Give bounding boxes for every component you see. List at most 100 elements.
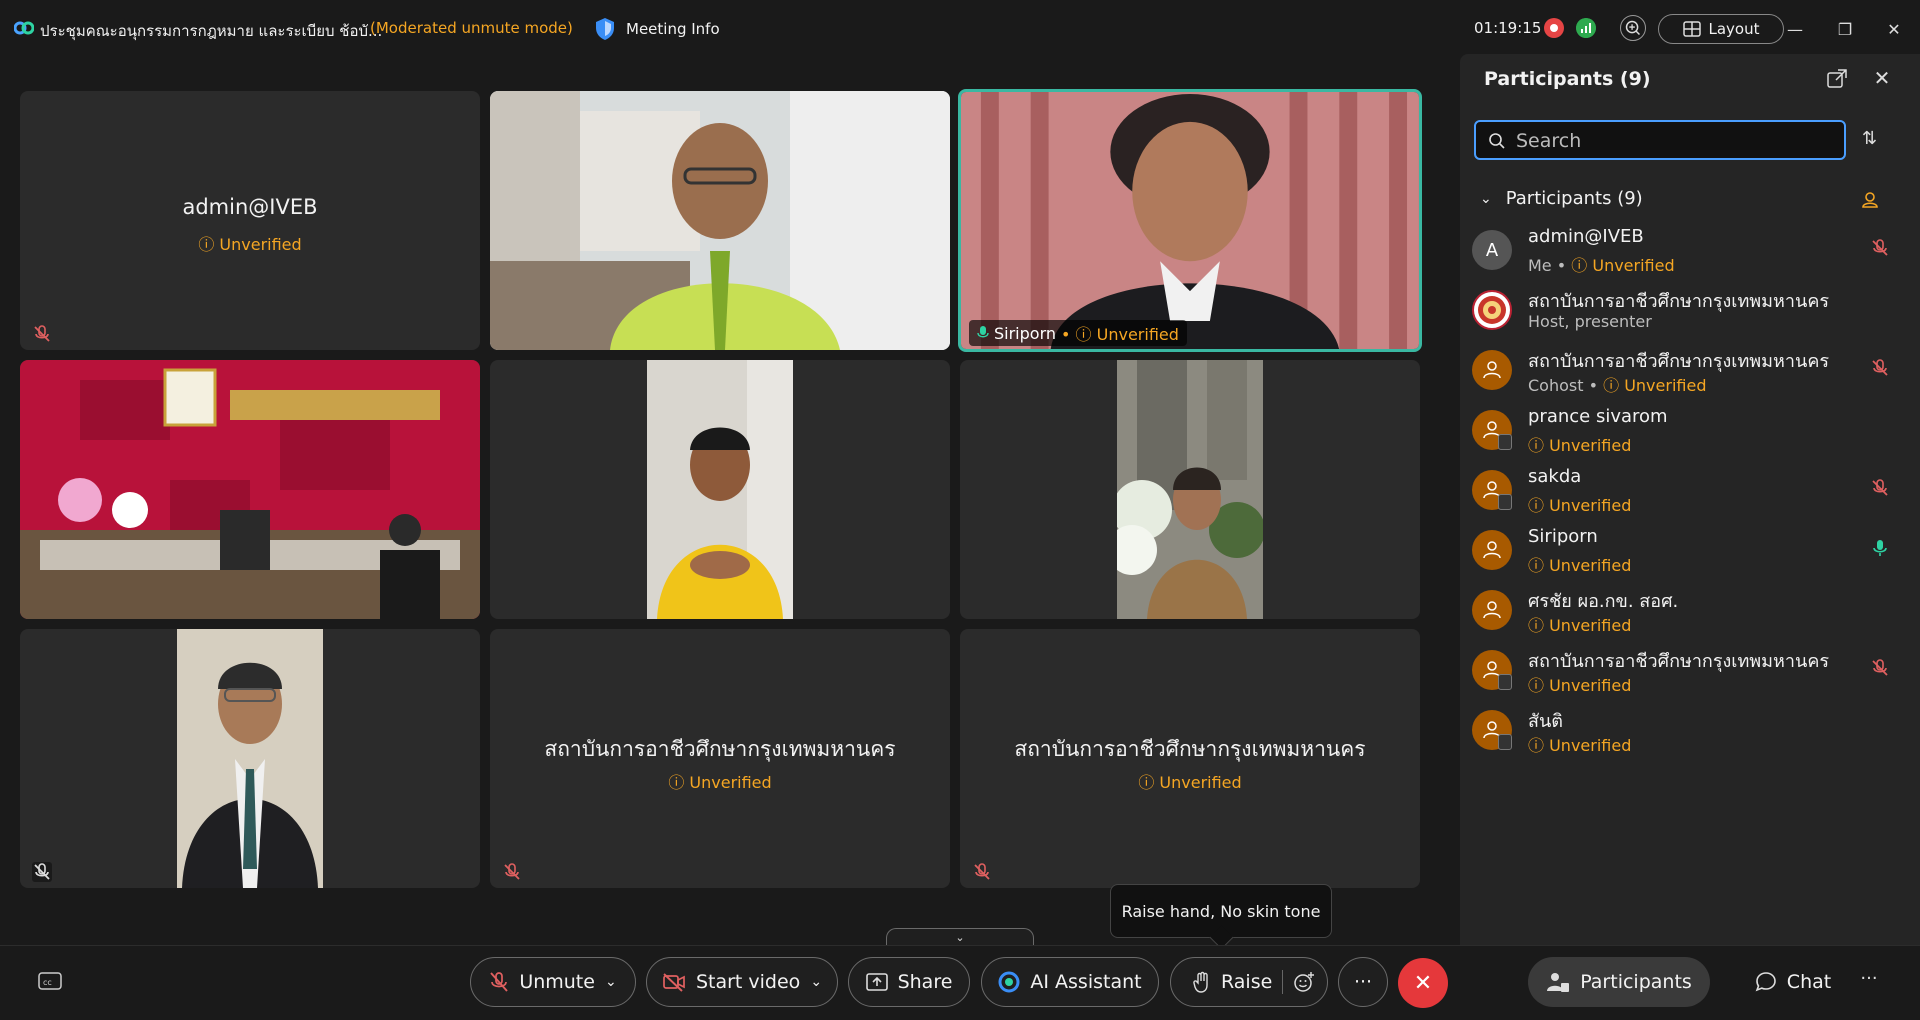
close-window-icon[interactable]: ✕ bbox=[1879, 14, 1909, 44]
title-bar: ประชุมคณะอนุกรรมการกฎหมาย และระเบียบ ช้อ… bbox=[0, 0, 1920, 56]
video-tile-participant-yellow-shirt[interactable] bbox=[490, 360, 950, 619]
video-tile-admin[interactable]: admin@IVEB ⓘ Unverified bbox=[20, 91, 480, 350]
tooltip-text: Raise hand, No skin tone bbox=[1121, 901, 1321, 921]
muted-mic-icon[interactable] bbox=[1870, 478, 1890, 498]
raise-hand-tooltip: Raise hand, No skin tone bbox=[1110, 884, 1332, 938]
muted-mic-icon[interactable] bbox=[1870, 358, 1890, 378]
panel-title: Participants (9) bbox=[1484, 68, 1651, 90]
participant-row[interactable]: Siriporn ⓘ Unverified bbox=[1472, 524, 1912, 580]
minimize-icon[interactable]: — bbox=[1780, 14, 1810, 44]
participant-row[interactable]: สถาบันการอาชีวศึกษากรุงเทพมหานคร ⓘ Unver… bbox=[1472, 644, 1912, 700]
more-options-button[interactable]: ··· bbox=[1338, 957, 1388, 1007]
meeting-info-button[interactable]: Meeting Info bbox=[594, 14, 720, 44]
video-tile-siriporn-active-speaker[interactable]: Siriporn • ⓘ Unverified bbox=[958, 89, 1422, 352]
participant-name: สถาบันการอาชีวศึกษากรุงเทพมหานคร bbox=[1528, 651, 1830, 672]
layout-grid-icon bbox=[1682, 21, 1701, 37]
share-button[interactable]: Share bbox=[848, 957, 970, 1007]
chat-icon bbox=[1755, 972, 1776, 992]
participants-button[interactable]: Participants bbox=[1528, 957, 1710, 1007]
participant-name: สถาบันการอาชีวศึกษากรุงเทพมหานคร bbox=[1528, 291, 1830, 312]
reactions-emoji-icon[interactable] bbox=[1293, 971, 1315, 993]
layout-button[interactable]: Layout bbox=[1658, 14, 1784, 44]
leave-meeting-button[interactable]: ✕ bbox=[1398, 958, 1448, 1008]
chat-button[interactable]: Chat bbox=[1736, 957, 1850, 1007]
participant-name: สถาบันการอาชีวศึกษากรุงเทพมหานคร bbox=[1528, 351, 1830, 372]
participant-row[interactable]: A admin@IVEB Me • ⓘ Unverified bbox=[1472, 224, 1912, 280]
recording-icon[interactable] bbox=[1544, 18, 1564, 38]
participant-row[interactable]: prance sivarom ⓘ Unverified bbox=[1472, 404, 1912, 460]
user-icon bbox=[1483, 541, 1501, 559]
share-screen-icon bbox=[865, 973, 888, 991]
participant-role: Cohost • ⓘ Unverified bbox=[1528, 376, 1707, 395]
layout-label: Layout bbox=[1708, 20, 1760, 38]
participant-row[interactable]: sakda ⓘ Unverified bbox=[1472, 464, 1912, 520]
participant-name: Siriporn bbox=[1528, 526, 1598, 547]
avatar bbox=[1472, 530, 1512, 570]
participant-row[interactable]: สถาบันการอาชีวศึกษากรุงเทพมหานคร Host, p… bbox=[1472, 284, 1912, 340]
participants-icon bbox=[1547, 973, 1570, 992]
video-tile-conference-room[interactable] bbox=[20, 360, 480, 619]
raise-hand-icon bbox=[1193, 971, 1208, 993]
chevron-down-icon: ⌄ bbox=[1480, 190, 1492, 207]
muted-mic-icon bbox=[34, 325, 50, 342]
participant-status: ⓘ Unverified bbox=[1528, 736, 1632, 755]
participants-label: Participants bbox=[1580, 971, 1692, 993]
unmute-button[interactable]: Unmute ⌄ bbox=[470, 957, 636, 1007]
speaker-name: Siriporn bbox=[994, 323, 1057, 343]
video-tile-participant-garden[interactable] bbox=[960, 360, 1420, 619]
participant-row[interactable]: สันติ ⓘ Unverified bbox=[1472, 704, 1912, 760]
muted-mic-icon[interactable] bbox=[1870, 238, 1890, 258]
ai-assistant-button[interactable]: AI Assistant bbox=[981, 957, 1159, 1007]
participant-row[interactable]: สถาบันการอาชีวศึกษากรุงเทพมหานคร Cohost … bbox=[1472, 344, 1912, 400]
speaker-status: • ⓘ Unverified bbox=[1061, 325, 1179, 344]
more-panels-icon[interactable]: ··· bbox=[1856, 968, 1882, 994]
tile-participant-name: สถาบันการอาชีวศึกษากรุงเทพมหานคร bbox=[544, 737, 896, 761]
svg-text:cc: cc bbox=[43, 978, 52, 987]
shield-icon bbox=[596, 18, 614, 40]
raise-label: Raise bbox=[1221, 971, 1273, 993]
phone-icon bbox=[1498, 734, 1512, 750]
video-tile-participant-2[interactable] bbox=[490, 91, 950, 350]
chevron-down-icon[interactable]: ⌄ bbox=[810, 974, 822, 990]
participant-video-feed bbox=[1117, 360, 1263, 619]
speaker-name-tag: Siriporn • ⓘ Unverified bbox=[969, 320, 1187, 346]
video-tile-participant-suit[interactable] bbox=[20, 629, 480, 888]
participants-group-header[interactable]: ⌄ Participants (9) bbox=[1480, 188, 1643, 209]
user-icon bbox=[1483, 361, 1501, 379]
muted-mic-icon bbox=[490, 972, 509, 992]
mic-active-icon[interactable] bbox=[1870, 538, 1890, 558]
start-video-label: Start video bbox=[695, 971, 801, 993]
participant-name: prance sivarom bbox=[1528, 406, 1668, 427]
group-label: Participants (9) bbox=[1505, 188, 1643, 209]
participant-status: ⓘ Unverified bbox=[1528, 556, 1632, 575]
avatar: A bbox=[1472, 230, 1512, 270]
phone-icon bbox=[1498, 434, 1512, 450]
participant-row[interactable]: ศรชัย ผอ.กข. สอศ. ⓘ Unverified bbox=[1472, 584, 1912, 640]
restore-icon[interactable]: ❐ bbox=[1830, 14, 1860, 44]
participant-search[interactable] bbox=[1474, 120, 1846, 160]
mic-active-icon bbox=[977, 326, 989, 338]
video-tile-institute-1[interactable]: สถาบันการอาชีวศึกษากรุงเทพมหานคร ⓘ Unver… bbox=[490, 629, 950, 888]
ai-assistant-label: AI Assistant bbox=[1030, 971, 1142, 993]
participant-name: ศรชัย ผอ.กข. สอศ. bbox=[1528, 591, 1679, 612]
participant-status: ⓘ Unverified bbox=[1528, 496, 1632, 515]
popout-icon[interactable] bbox=[1826, 68, 1848, 90]
participant-video-feed bbox=[647, 360, 793, 619]
muted-mic-icon[interactable] bbox=[1870, 658, 1890, 678]
muted-mic-icon bbox=[504, 863, 520, 880]
video-tile-institute-2[interactable]: สถาบันการอาชีวศึกษากรุงเทพมหานคร ⓘ Unver… bbox=[960, 629, 1420, 888]
start-video-button[interactable]: Start video ⌄ bbox=[646, 957, 838, 1007]
raise-hand-button[interactable]: Raise bbox=[1170, 957, 1328, 1007]
participant-video-feed bbox=[490, 91, 950, 350]
host-indicator-icon[interactable] bbox=[1860, 190, 1880, 210]
chevron-down-icon[interactable]: ⌄ bbox=[605, 974, 617, 990]
close-panel-icon[interactable]: ✕ bbox=[1870, 66, 1894, 90]
seal-icon bbox=[1478, 296, 1506, 324]
close-icon: ✕ bbox=[1413, 970, 1433, 996]
network-signal-icon[interactable] bbox=[1576, 18, 1596, 38]
search-input[interactable] bbox=[1516, 128, 1836, 154]
collapse-controls-chevron-icon[interactable]: ⌄ bbox=[886, 928, 1034, 946]
sort-icon[interactable]: ⇅ bbox=[1862, 128, 1886, 152]
closed-captions-icon[interactable]: cc bbox=[38, 972, 62, 992]
zoom-icon[interactable] bbox=[1620, 15, 1646, 41]
